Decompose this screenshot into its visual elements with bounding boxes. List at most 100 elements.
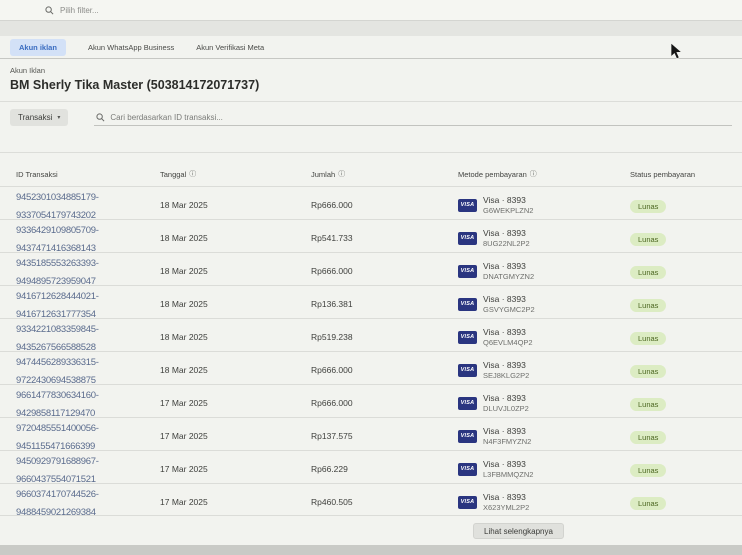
status-badge: Lunas [630,398,666,411]
transaction-id-link[interactable]: 9416712628444021-9416712631777354 [16,291,99,320]
tab-bar: Akun iklan Akun WhatsApp Business Akun V… [0,36,742,59]
payment-method-cell: VISA Visa · 8393 G6WEKPLZN2 [458,195,630,215]
payment-reference: G6WEKPLZN2 [483,206,533,215]
transaction-id-link[interactable]: 9720485551400056-9451155471666399 [16,423,99,452]
payment-reference: X623YML2P2 [483,503,529,512]
transaction-amount: Rp666.000 [311,266,458,276]
payment-method-cell: VISA Visa · 8393 Q6EVLM4QP2 [458,327,630,347]
mouse-cursor [670,42,683,61]
transaction-date: 17 Mar 2025 [160,497,311,507]
visa-icon: VISA [458,199,477,212]
tab-akun-whatsapp-business[interactable]: Akun WhatsApp Business [88,43,174,52]
transaction-date: 17 Mar 2025 [160,398,311,408]
payment-method-label: Visa · 8393 [483,426,531,436]
table-row: 9452301034885179-9337054179743202 18 Mar… [0,186,742,219]
transaction-id-link[interactable]: 9660374170744526-9488459021269384 [16,489,99,518]
transaction-amount: Rp137.575 [311,431,458,441]
table-row: 9416712628444021-9416712631777354 18 Mar… [0,285,742,318]
payment-reference: N4F3FMYZN2 [483,437,531,446]
visa-icon: VISA [458,496,477,509]
account-type-label: Akun Iklan [10,66,259,75]
payment-method-label: Visa · 8393 [483,327,533,337]
transaction-search-input[interactable]: Cari berdasarkan ID transaksi... [94,109,732,126]
payment-method-label: Visa · 8393 [483,228,530,238]
column-header-id: ID Transaksi [16,170,160,179]
chevron-down-icon: ▾ [57,114,60,121]
transaction-id-link[interactable]: 9336429109805709-9437471416368143 [16,225,99,254]
table-row: 9336429109805709-9437471416368143 18 Mar… [0,219,742,252]
table-row: 9720485551400056-9451155471666399 17 Mar… [0,417,742,450]
status-badge: Lunas [630,332,666,345]
transaction-id-link[interactable]: 9452301034885179-9337054179743202 [16,192,99,221]
info-icon[interactable]: ⓘ [189,171,196,178]
table-row: 9661477830634160-9429858117129470 17 Mar… [0,384,742,417]
payment-method-label: Visa · 8393 [483,195,533,205]
filter-search-placeholder: Pilih filter... [60,6,99,15]
status-badge: Lunas [630,299,666,312]
transaction-amount: Rp519.238 [311,332,458,342]
tab-akun-verifikasi-meta[interactable]: Akun Verifikasi Meta [196,43,264,52]
table-row: 9435185553263393-9494895723959047 18 Mar… [0,252,742,285]
account-title: BM Sherly Tika Master (503814172071737) [10,78,259,92]
payment-method-cell: VISA Visa · 8393 N4F3FMYZN2 [458,426,630,446]
payment-reference: GSVYGMC2P2 [483,305,535,314]
transaction-date: 18 Mar 2025 [160,365,311,375]
payment-method-cell: VISA Visa · 8393 DLUVJL0ZP2 [458,393,630,413]
transaction-amount: Rp666.000 [311,398,458,408]
transaction-type-dropdown[interactable]: Transaksi ▾ [10,109,68,126]
payment-method-cell: VISA Visa · 8393 X623YML2P2 [458,492,630,512]
transaction-amount: Rp136.381 [311,299,458,309]
transaction-id-link[interactable]: 9661477830634160-9429858117129470 [16,390,99,419]
visa-icon: VISA [458,298,477,311]
payment-method-label: Visa · 8393 [483,261,534,271]
dropdown-label: Transaksi [18,113,52,122]
table-row: 9450929791688967-9660437554071521 17 Mar… [0,450,742,483]
payment-reference: Q6EVLM4QP2 [483,338,533,347]
payment-method-label: Visa · 8393 [483,459,533,469]
show-more-button[interactable]: Lihat selengkapnya [473,523,564,539]
search-icon [45,6,54,15]
transaction-amount: Rp541.733 [311,233,458,243]
tab-akun-iklan[interactable]: Akun iklan [10,39,66,56]
filters-row: Transaksi ▾ Cari berdasarkan ID transaks… [10,109,732,126]
payment-method-cell: VISA Visa · 8393 8UG22NL2P2 [458,228,630,248]
payment-method-label: Visa · 8393 [483,360,529,370]
table-header: ID Transaksi Tanggal ⓘ Jumlah ⓘ Metode p… [0,156,742,186]
global-filter-bar[interactable]: Pilih filter... [0,0,742,21]
info-icon[interactable]: ⓘ [530,171,537,178]
payment-method-cell: VISA Visa · 8393 GSVYGMC2P2 [458,294,630,314]
payment-method-label: Visa · 8393 [483,492,529,502]
visa-icon: VISA [458,265,477,278]
payment-method-label: Visa · 8393 [483,294,535,304]
payment-method-cell: VISA Visa · 8393 L3FBMMQZN2 [458,459,630,479]
status-badge: Lunas [630,431,666,444]
visa-icon: VISA [458,430,477,443]
transaction-amount: Rp66.229 [311,464,458,474]
transaction-id-link[interactable]: 9474456289336315-9722430694538875 [16,357,99,386]
transaction-id-link[interactable]: 9435185553263393-9494895723959047 [16,258,99,287]
transaction-search-placeholder: Cari berdasarkan ID transaksi... [110,113,223,122]
transaction-id-link[interactable]: 9334221083359845-9435267566588528 [16,324,99,353]
transaction-date: 18 Mar 2025 [160,332,311,342]
transaction-date: 18 Mar 2025 [160,233,311,243]
visa-icon: VISA [458,397,477,410]
column-header-method: Metode pembayaran ⓘ [458,170,630,179]
status-badge: Lunas [630,365,666,378]
status-badge: Lunas [630,233,666,246]
status-badge: Lunas [630,464,666,477]
transaction-amount: Rp666.000 [311,365,458,375]
visa-icon: VISA [458,331,477,344]
payment-reference: DNATGMYZN2 [483,272,534,281]
visa-icon: VISA [458,364,477,377]
info-icon[interactable]: ⓘ [338,171,345,178]
column-header-status: Status pembayaran [630,170,742,179]
transaction-date: 17 Mar 2025 [160,464,311,474]
transaction-date: 17 Mar 2025 [160,431,311,441]
table-row: 9660374170744526-9488459021269384 17 Mar… [0,483,742,516]
column-header-amount: Jumlah ⓘ [311,170,458,179]
transaction-date: 18 Mar 2025 [160,200,311,210]
payment-method-cell: VISA Visa · 8393 DNATGMYZN2 [458,261,630,281]
transaction-id-link[interactable]: 9450929791688967-9660437554071521 [16,456,99,485]
transaction-date: 18 Mar 2025 [160,266,311,276]
status-badge: Lunas [630,497,666,510]
